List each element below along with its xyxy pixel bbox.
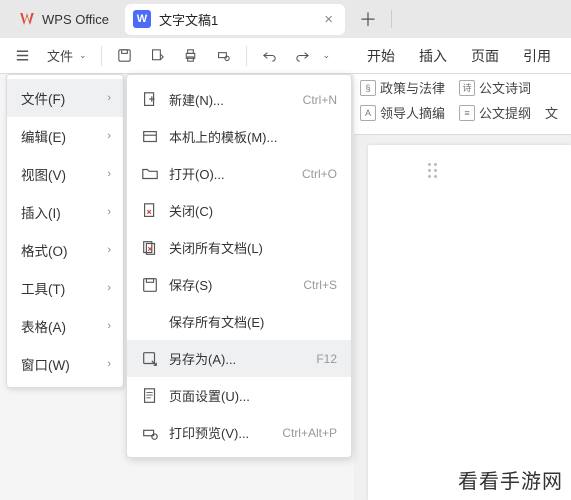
close-all-icon	[141, 239, 159, 257]
main-menu: 文件(F)› 编辑(E)› 视图(V)› 插入(I)› 格式(O)› 工具(T)…	[6, 74, 124, 388]
doc-icon: ≡	[459, 105, 475, 121]
doc-icon: 诗	[459, 80, 475, 96]
submenu-template[interactable]: 本机上的模板(M)...	[127, 118, 351, 155]
close-doc-icon	[141, 202, 159, 220]
watermark-text: 看看手游网	[458, 465, 563, 494]
chevron-right-icon: ›	[107, 244, 111, 256]
hamburger-button[interactable]	[8, 43, 37, 68]
export-button[interactable]	[143, 43, 172, 68]
gallery-row: A领导人摘编 ≡公文提纲 文	[354, 103, 571, 122]
file-submenu: 新建(N)... Ctrl+N 本机上的模板(M)... 打开(O)... Ct…	[126, 74, 352, 458]
ribbon-tabs: 开始 插入 页面 引用	[355, 38, 563, 74]
save-icon	[141, 276, 159, 294]
template-gallery: §政策与法律 诗公文诗词 A领导人摘编 ≡公文提纲 文	[354, 74, 571, 134]
ribbon-tab-insert[interactable]: 插入	[407, 38, 459, 74]
submenu-close-all[interactable]: 关闭所有文档(L)	[127, 229, 351, 266]
shortcut: Ctrl+O	[302, 167, 337, 181]
print-preview-button[interactable]	[209, 43, 238, 68]
print-button[interactable]	[176, 43, 205, 68]
chevron-right-icon: ›	[107, 92, 111, 104]
document-page[interactable]	[368, 145, 571, 500]
gallery-item-poetry[interactable]: 诗公文诗词	[459, 78, 531, 97]
redo-button[interactable]	[288, 43, 317, 68]
submenu-new[interactable]: 新建(N)... Ctrl+N	[127, 81, 351, 118]
menu-icon	[14, 47, 31, 64]
chevron-right-icon: ›	[107, 168, 111, 180]
gallery-row: §政策与法律 诗公文诗词	[354, 78, 571, 97]
chevron-right-icon: ›	[107, 282, 111, 294]
doc-icon: A	[360, 105, 376, 121]
print-preview-icon	[215, 47, 232, 64]
chevron-right-icon: ›	[107, 320, 111, 332]
new-file-icon	[141, 91, 159, 109]
document-area	[354, 134, 571, 500]
page-setup-icon	[141, 387, 159, 405]
file-label: 文件	[47, 46, 73, 65]
gallery-item-outline[interactable]: ≡公文提纲	[459, 103, 531, 122]
submenu-save-as[interactable]: 另存为(A)... F12	[127, 340, 351, 377]
menu-item-insert[interactable]: 插入(I)›	[7, 193, 123, 231]
ribbon-tab-ref[interactable]: 引用	[511, 38, 563, 74]
save-button[interactable]	[110, 43, 139, 68]
gallery-item-more[interactable]: 文	[545, 103, 558, 122]
caret-down-icon: ⌄	[79, 50, 87, 61]
template-icon	[141, 128, 159, 146]
submenu-close[interactable]: 关闭(C)	[127, 192, 351, 229]
shortcut: F12	[316, 352, 337, 366]
document-title: 文字文稿1	[159, 10, 314, 29]
app-tab[interactable]: WPS Office	[8, 4, 119, 34]
submenu-page-setup[interactable]: 页面设置(U)...	[127, 377, 351, 414]
shortcut: Ctrl+Alt+P	[282, 426, 337, 440]
chevron-right-icon: ›	[107, 206, 111, 218]
title-bar: WPS Office W 文字文稿1 × ＋	[0, 0, 571, 38]
caret-down-icon[interactable]: ⌄	[323, 50, 331, 61]
folder-open-icon	[141, 165, 159, 183]
app-name: WPS Office	[42, 12, 109, 27]
submenu-print-preview[interactable]: 打印预览(V)... Ctrl+Alt+P	[127, 414, 351, 451]
gallery-item-policy[interactable]: §政策与法律	[360, 78, 445, 97]
undo-button[interactable]	[255, 43, 284, 68]
save-as-icon	[141, 350, 159, 368]
separator	[246, 46, 247, 66]
submenu-save-all[interactable]: 保存所有文档(E)	[127, 303, 351, 340]
divider	[391, 10, 392, 28]
ribbon-tab-start[interactable]: 开始	[355, 38, 407, 74]
wps-logo-icon	[18, 10, 36, 28]
drag-handle-icon[interactable]	[428, 163, 437, 178]
document-tab[interactable]: W 文字文稿1 ×	[125, 4, 345, 35]
submenu-open[interactable]: 打开(O)... Ctrl+O	[127, 155, 351, 192]
chevron-right-icon: ›	[107, 358, 111, 370]
new-tab-button[interactable]: ＋	[351, 2, 385, 36]
chevron-right-icon: ›	[107, 130, 111, 142]
save-icon	[116, 47, 133, 64]
doc-type-icon: W	[133, 10, 151, 28]
export-icon	[149, 47, 166, 64]
submenu-save[interactable]: 保存(S) Ctrl+S	[127, 266, 351, 303]
shortcut: Ctrl+S	[303, 278, 337, 292]
doc-icon: §	[360, 80, 376, 96]
menu-item-file[interactable]: 文件(F)›	[7, 79, 123, 117]
menu-item-edit[interactable]: 编辑(E)›	[7, 117, 123, 155]
separator	[101, 46, 102, 66]
menu-item-window[interactable]: 窗口(W)›	[7, 345, 123, 383]
gallery-item-leaders[interactable]: A领导人摘编	[360, 103, 445, 122]
shortcut: Ctrl+N	[303, 93, 337, 107]
close-tab-button[interactable]: ×	[322, 11, 335, 28]
print-icon	[182, 47, 199, 64]
file-menu-button[interactable]: 文件 ⌄	[41, 42, 93, 69]
main-toolbar: 文件 ⌄ ⌄ 开始 插入 页面 引用	[0, 38, 571, 74]
menu-item-view[interactable]: 视图(V)›	[7, 155, 123, 193]
menu-item-format[interactable]: 格式(O)›	[7, 231, 123, 269]
redo-icon	[294, 47, 311, 64]
undo-icon	[261, 47, 278, 64]
menu-item-tools[interactable]: 工具(T)›	[7, 269, 123, 307]
menu-item-table[interactable]: 表格(A)›	[7, 307, 123, 345]
print-preview-icon	[141, 424, 159, 442]
ribbon-tab-page[interactable]: 页面	[459, 38, 511, 74]
